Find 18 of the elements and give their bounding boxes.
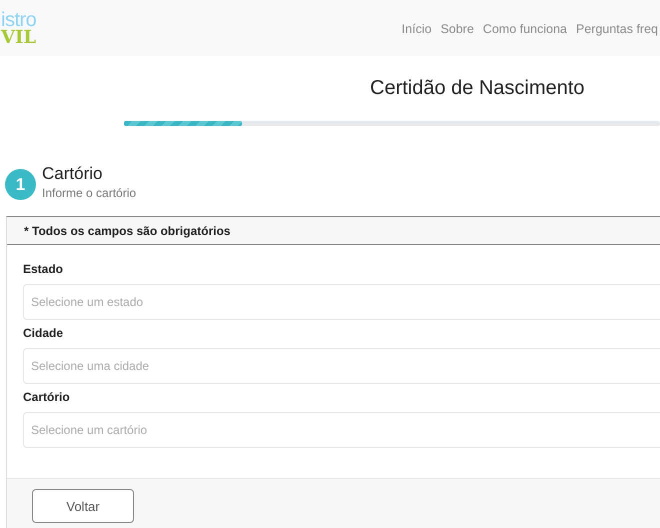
nav-link[interactable]: Sobre [440,22,474,36]
nav-link[interactable]: Perguntas freq [576,22,658,36]
field-label: Cartório [23,390,71,404]
step-title: Cartório [42,164,104,184]
back-button[interactable]: Voltar [32,489,134,523]
logo-text: VIL [1,28,36,46]
step-number: 1 [5,169,36,200]
nav-link[interactable]: Como funciona [482,22,567,36]
field-label: Cidade [23,326,64,340]
page-title: Certidão de Nascimento [370,77,585,100]
select-field[interactable]: Selecione um estado [23,284,660,320]
step-subtitle: Informe o cartório [42,186,136,200]
logo-text: istro [1,10,36,30]
select-field[interactable]: Selecione um cartório [23,412,660,448]
required-notice: * Todos os campos são obrigatórios [24,224,230,238]
nav-link[interactable]: Início [402,22,432,36]
select-field[interactable]: Selecione uma cidade [23,348,660,384]
field-label: Estado [23,262,64,276]
